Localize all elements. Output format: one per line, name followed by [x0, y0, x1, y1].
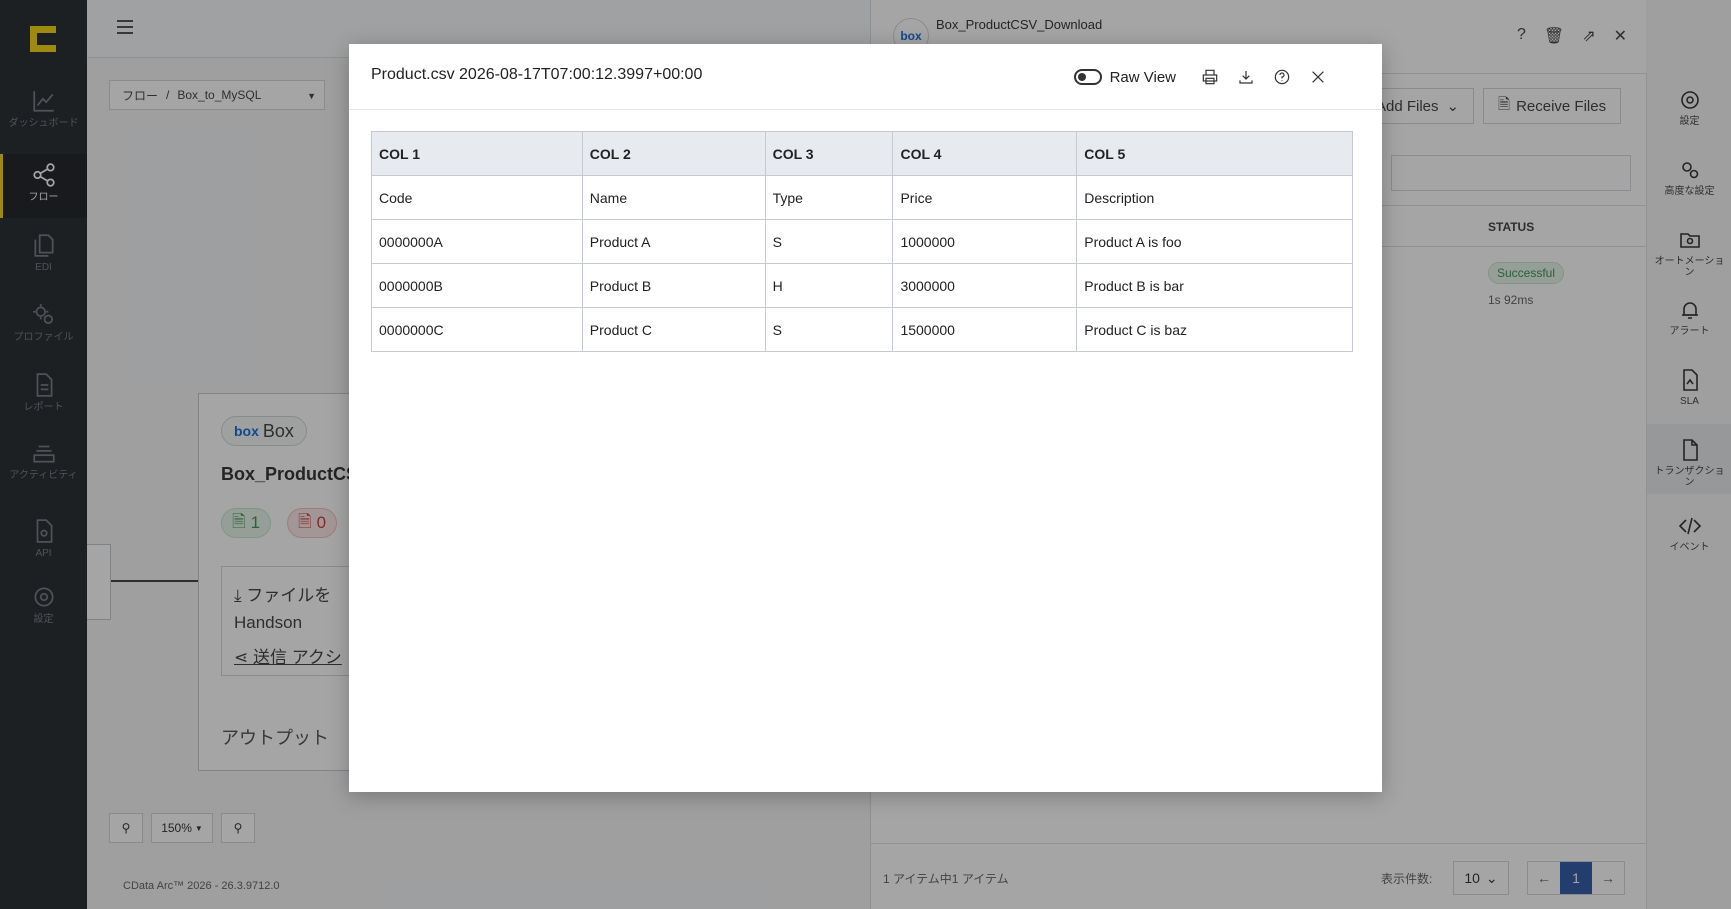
print-button[interactable] [1192, 66, 1228, 88]
download-button[interactable] [1228, 66, 1264, 88]
table-cell: S [764, 219, 894, 264]
raw-view-toggle[interactable] [1073, 69, 1102, 85]
table-cell: Type [764, 175, 894, 220]
table-row: Code Name Type Price Description [371, 175, 1353, 220]
modal-toolbar: Raw View [1073, 66, 1336, 88]
table-cell: 0000000A [371, 219, 583, 264]
table-row: 0000000A Product A S 1000000 Product A i… [371, 219, 1353, 264]
modal-title: Product.csv 2026-08-17T07:00:12.3997+00:… [371, 66, 703, 83]
table-cell: Description [1076, 175, 1353, 220]
table-cell: 0000000B [371, 263, 583, 308]
printer-icon [1202, 69, 1218, 85]
csv-column-header: COL 5 [1076, 131, 1353, 176]
csv-table: COL 1 COL 2 COL 3 COL 4 COL 5 Code Name … [371, 131, 1353, 352]
csv-column-header: COL 1 [371, 131, 583, 176]
help-button[interactable] [1264, 66, 1300, 88]
table-cell: Name [581, 175, 766, 220]
modal-header: Product.csv 2026-08-17T07:00:12.3997+00:… [349, 44, 1382, 110]
table-cell: 3000000 [892, 263, 1078, 308]
table-cell: Product A [581, 219, 766, 264]
table-row: 0000000B Product B H 3000000 Product B i… [371, 263, 1353, 308]
table-cell: Product B [581, 263, 766, 308]
help-icon [1274, 69, 1290, 85]
raw-view-label: Raw View [1109, 68, 1176, 86]
table-cell: Product B is bar [1076, 263, 1353, 308]
csv-column-header: COL 2 [581, 131, 766, 176]
table-cell: 0000000C [371, 307, 583, 352]
file-preview-modal: Product.csv 2026-08-17T07:00:12.3997+00:… [349, 44, 1382, 792]
table-cell: Product C is baz [1076, 307, 1353, 352]
table-cell: Product C [581, 307, 766, 352]
table-cell: 1500000 [892, 307, 1078, 352]
csv-header-row: COL 1 COL 2 COL 3 COL 4 COL 5 [371, 131, 1353, 176]
table-row: 0000000C Product C S 1500000 Product C i… [371, 307, 1353, 352]
table-cell: H [764, 263, 894, 308]
table-cell: 1000000 [892, 219, 1078, 264]
close-icon [1312, 71, 1324, 83]
close-button[interactable] [1300, 66, 1336, 88]
table-cell: Price [892, 175, 1078, 220]
csv-column-header: COL 4 [892, 131, 1078, 176]
download-icon [1239, 71, 1253, 84]
table-cell: Product A is foo [1076, 219, 1353, 264]
csv-column-header: COL 3 [764, 131, 894, 176]
table-cell: Code [371, 175, 583, 220]
table-cell: S [764, 307, 894, 352]
